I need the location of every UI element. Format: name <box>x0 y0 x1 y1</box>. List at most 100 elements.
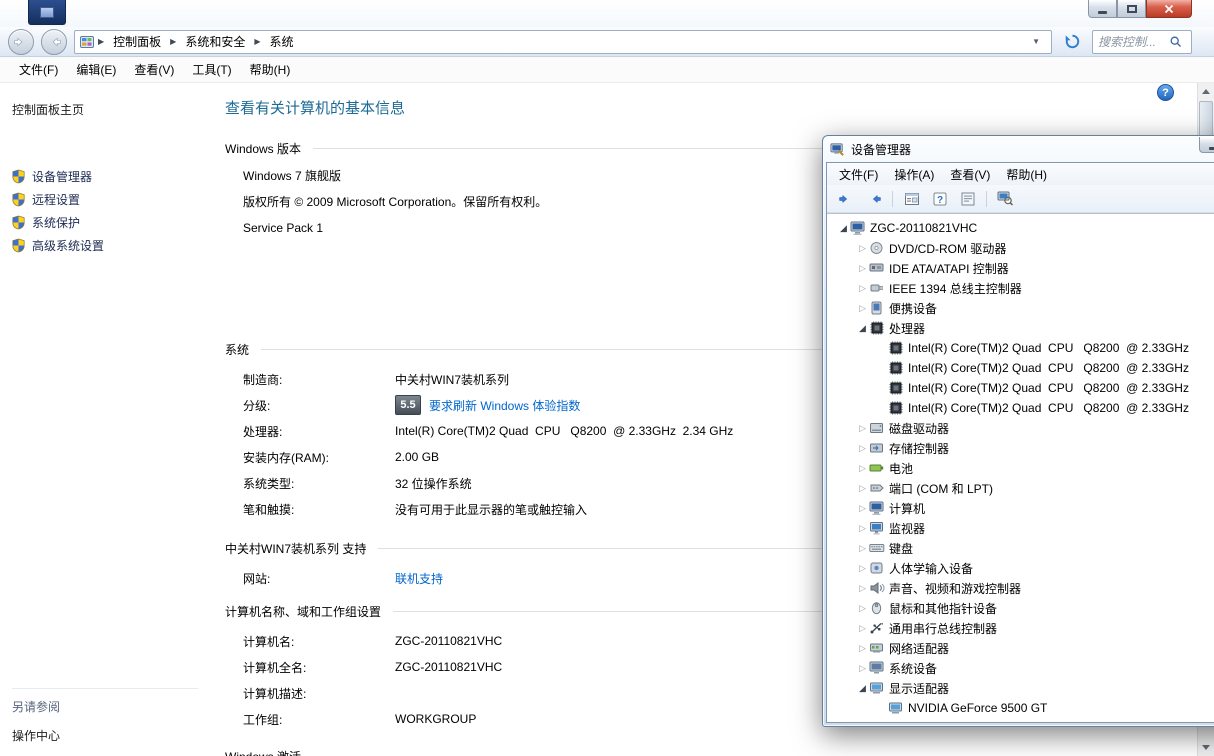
collapse-icon[interactable]: ▷ <box>856 643 869 654</box>
tree-item[interactable]: ▷ 系统设备 <box>827 658 1214 678</box>
collapse-icon[interactable]: ▷ <box>856 423 869 434</box>
tree-item[interactable]: NVIDIA GeForce 9500 GT <box>827 698 1214 718</box>
menu-item[interactable]: 编辑(E) <box>67 61 125 78</box>
sidebar-task[interactable]: 远程设置 <box>12 191 215 207</box>
tree-item[interactable]: ▷ 存储控制器 <box>827 438 1214 458</box>
menu-item[interactable]: 帮助(H) <box>998 166 1055 183</box>
collapse-icon[interactable]: ▷ <box>856 443 869 454</box>
tree-item[interactable]: Intel(R) Core(TM)2 Quad CPU Q8200 @ 2.33… <box>827 338 1214 358</box>
tree-item[interactable]: ▷ 网络适配器 <box>827 638 1214 658</box>
menu-item[interactable]: 文件(F) <box>10 61 67 78</box>
dm-menu-bar: 文件(F) 操作(A) 查看(V) 帮助(H) <box>827 163 1214 185</box>
menu-item[interactable]: 查看(V) <box>125 61 183 78</box>
wei-score-badge[interactable]: 5.5 <box>395 395 421 415</box>
sidebar-task[interactable]: 系统保护 <box>12 214 215 230</box>
address-bar[interactable]: ▶ 控制面板 ▶ 系统和安全 ▶ 系统 ▼ <box>74 29 1052 54</box>
info-value: ZGC-20110821VHC <box>395 660 503 674</box>
refresh-button[interactable] <box>1059 30 1085 54</box>
sidebar-task[interactable]: 设备管理器 <box>12 168 215 184</box>
collapse-icon[interactable]: ▷ <box>856 563 869 574</box>
dm-scan-hardware-button[interactable] <box>993 188 1018 210</box>
device-manager-icon <box>830 142 844 156</box>
tree-item[interactable]: ▷ IDE ATA/ATAPI 控制器 <box>827 258 1214 278</box>
tree-item[interactable]: ◢ 显示适配器 <box>827 678 1214 698</box>
back-arrow-icon <box>14 37 23 46</box>
scroll-down-button[interactable] <box>1198 739 1214 756</box>
scroll-up-button[interactable] <box>1198 83 1214 100</box>
tree-item[interactable]: ▷ 声音、视频和游戏控制器 <box>827 578 1214 598</box>
menu-item[interactable]: 帮助(H) <box>241 61 300 78</box>
dm-forward-button[interactable] <box>861 188 886 210</box>
collapse-icon[interactable]: ▷ <box>856 243 869 254</box>
collapse-icon[interactable]: ▷ <box>856 623 869 634</box>
expand-icon[interactable]: ◢ <box>837 223 850 234</box>
collapse-icon[interactable]: ▷ <box>856 283 869 294</box>
section-title: Windows 版本 <box>225 142 302 156</box>
tree-item[interactable]: ▷ 磁盘驱动器 <box>827 418 1214 438</box>
collapse-icon[interactable]: ▷ <box>856 263 869 274</box>
collapse-icon[interactable]: ▷ <box>856 603 869 614</box>
search-icon[interactable] <box>1169 35 1183 49</box>
info-value: WORKGROUP <box>395 712 477 726</box>
collapse-icon[interactable]: ▷ <box>856 543 869 554</box>
section-title: 中关村WIN7装机系列 支持 <box>225 542 367 556</box>
tree-item[interactable]: ▷ 键盘 <box>827 538 1214 558</box>
minimize-button[interactable] <box>1088 0 1117 18</box>
taskbar-window-icon[interactable] <box>28 0 66 25</box>
info-label: 工作组: <box>243 712 283 727</box>
maximize-button[interactable] <box>1117 0 1146 18</box>
breadcrumb-item[interactable]: 系统和安全 <box>178 31 252 53</box>
collapse-icon[interactable]: ▷ <box>856 523 869 534</box>
menu-item[interactable]: 文件(F) <box>831 166 886 183</box>
dm-console-tree-button[interactable] <box>899 188 924 210</box>
sidebar-item-control-panel-home[interactable]: 控制面板主页 <box>12 101 215 118</box>
dm-properties-button[interactable] <box>955 188 980 210</box>
tree-item[interactable]: ▷ DVD/CD-ROM 驱动器 <box>827 238 1214 258</box>
menu-item[interactable]: 工具(T) <box>183 61 240 78</box>
see-also-task[interactable]: 操作中心 <box>12 727 198 743</box>
tree-item[interactable]: ▷ 计算机 <box>827 498 1214 518</box>
info-value: Intel(R) Core(TM)2 Quad CPU Q8200 @ 2.33… <box>395 424 734 438</box>
breadcrumb-item[interactable]: 控制面板 <box>106 31 168 53</box>
breadcrumb-item[interactable]: 系统 <box>263 31 301 53</box>
collapse-icon[interactable]: ▷ <box>856 483 869 494</box>
tree-item[interactable]: ◢ ZGC-20110821VHC <box>827 218 1214 238</box>
tree-item[interactable]: ▷ IEEE 1394 总线主控制器 <box>827 278 1214 298</box>
tree-item[interactable]: ▷ 端口 (COM 和 LPT) <box>827 478 1214 498</box>
tree-item[interactable]: ▷ 人体学输入设备 <box>827 558 1214 578</box>
tree-item[interactable]: ▷ 通用串行总线控制器 <box>827 618 1214 638</box>
collapse-icon[interactable]: ▷ <box>856 303 869 314</box>
tree-item[interactable]: Intel(R) Core(TM)2 Quad CPU Q8200 @ 2.33… <box>827 378 1214 398</box>
tree-item[interactable]: ◢ 处理器 <box>827 318 1214 338</box>
dm-titlebar[interactable]: 设备管理器 <box>823 136 1214 162</box>
tree-item[interactable]: Intel(R) Core(TM)2 Quad CPU Q8200 @ 2.33… <box>827 398 1214 418</box>
expand-icon[interactable]: ◢ <box>856 683 869 694</box>
menu-item[interactable]: 查看(V) <box>942 166 998 183</box>
expand-icon[interactable]: ◢ <box>856 323 869 334</box>
tree-item[interactable]: ▷ 鼠标和其他指针设备 <box>827 598 1214 618</box>
info-link[interactable]: 要求刷新 Windows 体验指数 <box>429 397 580 414</box>
back-button[interactable] <box>8 28 34 55</box>
collapse-icon[interactable]: ▷ <box>856 503 869 514</box>
tree-item-label: ZGC-20110821VHC <box>870 221 978 235</box>
menu-item[interactable]: 操作(A) <box>886 166 942 183</box>
tree-item[interactable]: Intel(R) Core(TM)2 Quad CPU Q8200 @ 2.33… <box>827 358 1214 378</box>
help-icon[interactable]: ? <box>1157 84 1174 101</box>
tree-item[interactable]: ▷ 监视器 <box>827 518 1214 538</box>
info-label: 分级: <box>243 398 271 413</box>
tree-item-label: Intel(R) Core(TM)2 Quad CPU Q8200 @ 2.33… <box>908 401 1189 415</box>
forward-button[interactable] <box>41 28 67 55</box>
search-input[interactable] <box>1093 34 1169 49</box>
tree-item[interactable]: ▷ 电池 <box>827 458 1214 478</box>
collapse-icon[interactable]: ▷ <box>856 663 869 674</box>
close-button[interactable] <box>1146 0 1192 18</box>
dm-minimize-button[interactable] <box>1199 137 1214 153</box>
dm-help-button[interactable]: ? <box>927 188 952 210</box>
dm-back-button[interactable] <box>833 188 858 210</box>
sidebar-task[interactable]: 高级系统设置 <box>12 237 215 253</box>
breadcrumb-dropdown-icon[interactable]: ▼ <box>1025 37 1047 46</box>
info-link[interactable]: 联机支持 <box>395 570 443 587</box>
collapse-icon[interactable]: ▷ <box>856 583 869 594</box>
tree-item[interactable]: ▷ 便携设备 <box>827 298 1214 318</box>
collapse-icon[interactable]: ▷ <box>856 463 869 474</box>
